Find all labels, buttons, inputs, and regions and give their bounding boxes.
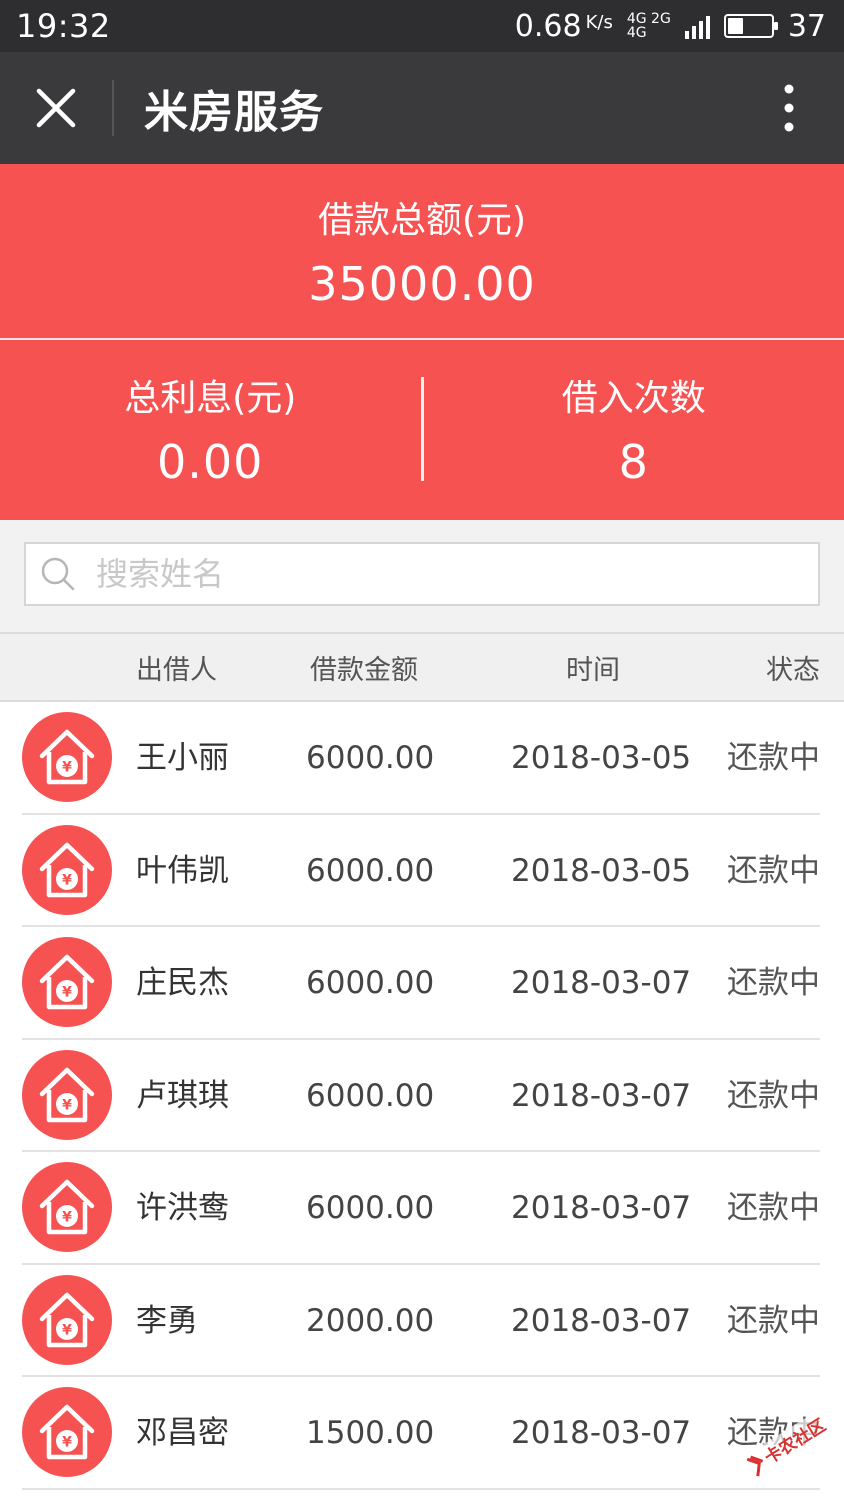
row-loan-date: 2018-03-05 — [511, 852, 692, 889]
table-header: 出借人 借款金额 时间 状态 — [0, 632, 844, 702]
row-loan-date: 2018-03-07 — [511, 1190, 692, 1226]
house-yuan-icon: ¥ — [22, 1162, 112, 1252]
header-status: 状态 — [766, 654, 820, 686]
loan-summary: 借款总额(元) 35000.00 总利息(元) 0.00 借入次数 8 — [0, 164, 844, 520]
total-interest-section: 总利息(元) 0.00 — [0, 369, 421, 489]
svg-text:¥: ¥ — [62, 872, 72, 888]
search-input[interactable] — [94, 554, 774, 594]
watermark-logo: 卡农社区 — [736, 1402, 836, 1482]
total-loan-label: 借款总额(元) — [317, 200, 527, 241]
nav-divider — [112, 80, 114, 136]
table-row[interactable]: ¥ 叶伟凯 6000.00 2018-03-05 还款中 — [0, 815, 844, 928]
table-row[interactable]: ¥ 邓昌密 1500.00 2018-03-07 还款中 — [0, 1377, 844, 1490]
row-lender-name: 邓昌密 — [136, 1415, 229, 1451]
house-yuan-icon: ¥ — [22, 824, 112, 915]
house-yuan-icon: ¥ — [22, 1049, 112, 1140]
status-bar: 19:32 0.68 K/s 4G 2G 4G 37 — [0, 0, 844, 52]
status-right: 0.68 K/s 4G 2G 4G 37 — [515, 9, 826, 44]
row-lender-name: 卢琪琪 — [136, 1077, 229, 1114]
search-area — [0, 520, 844, 632]
total-loan-section: 借款总额(元) 35000.00 — [0, 164, 844, 340]
svg-text:¥: ¥ — [62, 760, 72, 776]
row-loan-date: 2018-03-07 — [511, 1415, 692, 1451]
header-amount: 借款金额 — [310, 654, 418, 686]
row-lender-name: 李勇 — [136, 1302, 198, 1339]
svg-text:¥: ¥ — [62, 1322, 72, 1338]
row-loan-amount: 2000.00 — [306, 1302, 435, 1339]
row-lender-name: 许洪鸯 — [136, 1190, 229, 1226]
svg-text:¥: ¥ — [62, 1210, 72, 1226]
row-loan-amount: 6000.00 — [306, 852, 435, 889]
network-type-bottom: 4G — [626, 25, 647, 41]
close-icon — [36, 88, 76, 128]
network-type: 4G 2G 4G — [627, 12, 671, 40]
row-status: 还款中 — [727, 1077, 820, 1114]
more-button[interactable] — [734, 52, 844, 164]
nav-bar: 米房服务 — [0, 52, 844, 164]
table-row[interactable]: ¥ 许洪鸯 6000.00 2018-03-07 还款中 — [0, 1152, 844, 1265]
row-loan-amount: 6000.00 — [306, 1077, 435, 1114]
summary-stats: 总利息(元) 0.00 借入次数 8 — [0, 340, 844, 518]
table-row[interactable]: ¥ 卢琪琪 6000.00 2018-03-07 还款中 — [0, 1040, 844, 1153]
svg-text:¥: ¥ — [62, 1097, 72, 1113]
house-yuan-icon: ¥ — [22, 1274, 112, 1365]
battery-icon — [723, 14, 778, 38]
row-loan-amount: 6000.00 — [306, 1190, 435, 1226]
search-icon — [41, 557, 75, 591]
network-speed-value: 0.68 — [514, 8, 582, 44]
borrow-count-section: 借入次数 8 — [424, 369, 844, 489]
borrow-count-value: 8 — [618, 435, 649, 489]
table-row[interactable]: ¥ 李勇 2000.00 2018-03-07 还款中 — [0, 1265, 844, 1378]
signal-icon — [684, 13, 710, 39]
row-loan-date: 2018-03-07 — [511, 1077, 692, 1114]
row-status: 还款中 — [727, 965, 820, 1001]
network-speed-unit: K/s — [585, 11, 613, 33]
table-row[interactable]: ¥ 庄民杰 6000.00 2018-03-07 还款中 — [0, 927, 844, 1040]
house-yuan-icon: ¥ — [22, 1387, 112, 1477]
row-loan-amount: 6000.00 — [306, 965, 435, 1001]
row-loan-date: 2018-03-07 — [511, 1302, 692, 1339]
row-status: 还款中 — [727, 1302, 820, 1339]
more-vertical-icon — [784, 84, 794, 132]
network-speed: 0.68 K/s — [515, 9, 613, 44]
page-title: 米房服务 — [144, 87, 324, 138]
row-loan-date: 2018-03-07 — [511, 965, 692, 1001]
battery-level: 37 — [787, 8, 826, 44]
row-status: 还款中 — [727, 852, 820, 889]
close-button[interactable] — [0, 52, 112, 164]
total-loan-value: 35000.00 — [308, 257, 536, 311]
row-status: 还款中 — [727, 740, 820, 776]
svg-text:¥: ¥ — [62, 985, 72, 1001]
status-time: 19:32 — [16, 7, 111, 45]
row-lender-name: 叶伟凯 — [136, 852, 229, 889]
table-row[interactable]: ¥ 王小丽 6000.00 2018-03-05 还款中 — [0, 702, 844, 815]
row-loan-amount: 1500.00 — [306, 1415, 435, 1451]
network-type-top: 4G 2G — [626, 11, 671, 27]
row-loan-date: 2018-03-05 — [511, 740, 692, 776]
search-box[interactable] — [24, 542, 820, 606]
total-interest-value: 0.00 — [157, 435, 264, 489]
total-interest-label: 总利息(元) — [124, 378, 297, 419]
house-yuan-icon: ¥ — [22, 937, 112, 1027]
header-lender: 出借人 — [136, 654, 217, 686]
house-yuan-icon: ¥ — [22, 712, 112, 802]
row-loan-amount: 6000.00 — [306, 740, 435, 776]
svg-text:¥: ¥ — [62, 1435, 72, 1451]
row-lender-name: 庄民杰 — [136, 965, 229, 1001]
row-status: 还款中 — [727, 1190, 820, 1226]
watermark-icon: 卡农社区 — [743, 1410, 831, 1477]
header-time: 时间 — [566, 654, 620, 686]
row-lender-name: 王小丽 — [136, 740, 229, 776]
loan-list: ¥ 王小丽 6000.00 2018-03-05 还款中 ¥ 叶伟凯 6000.… — [0, 702, 844, 1490]
borrow-count-label: 借入次数 — [561, 378, 706, 419]
